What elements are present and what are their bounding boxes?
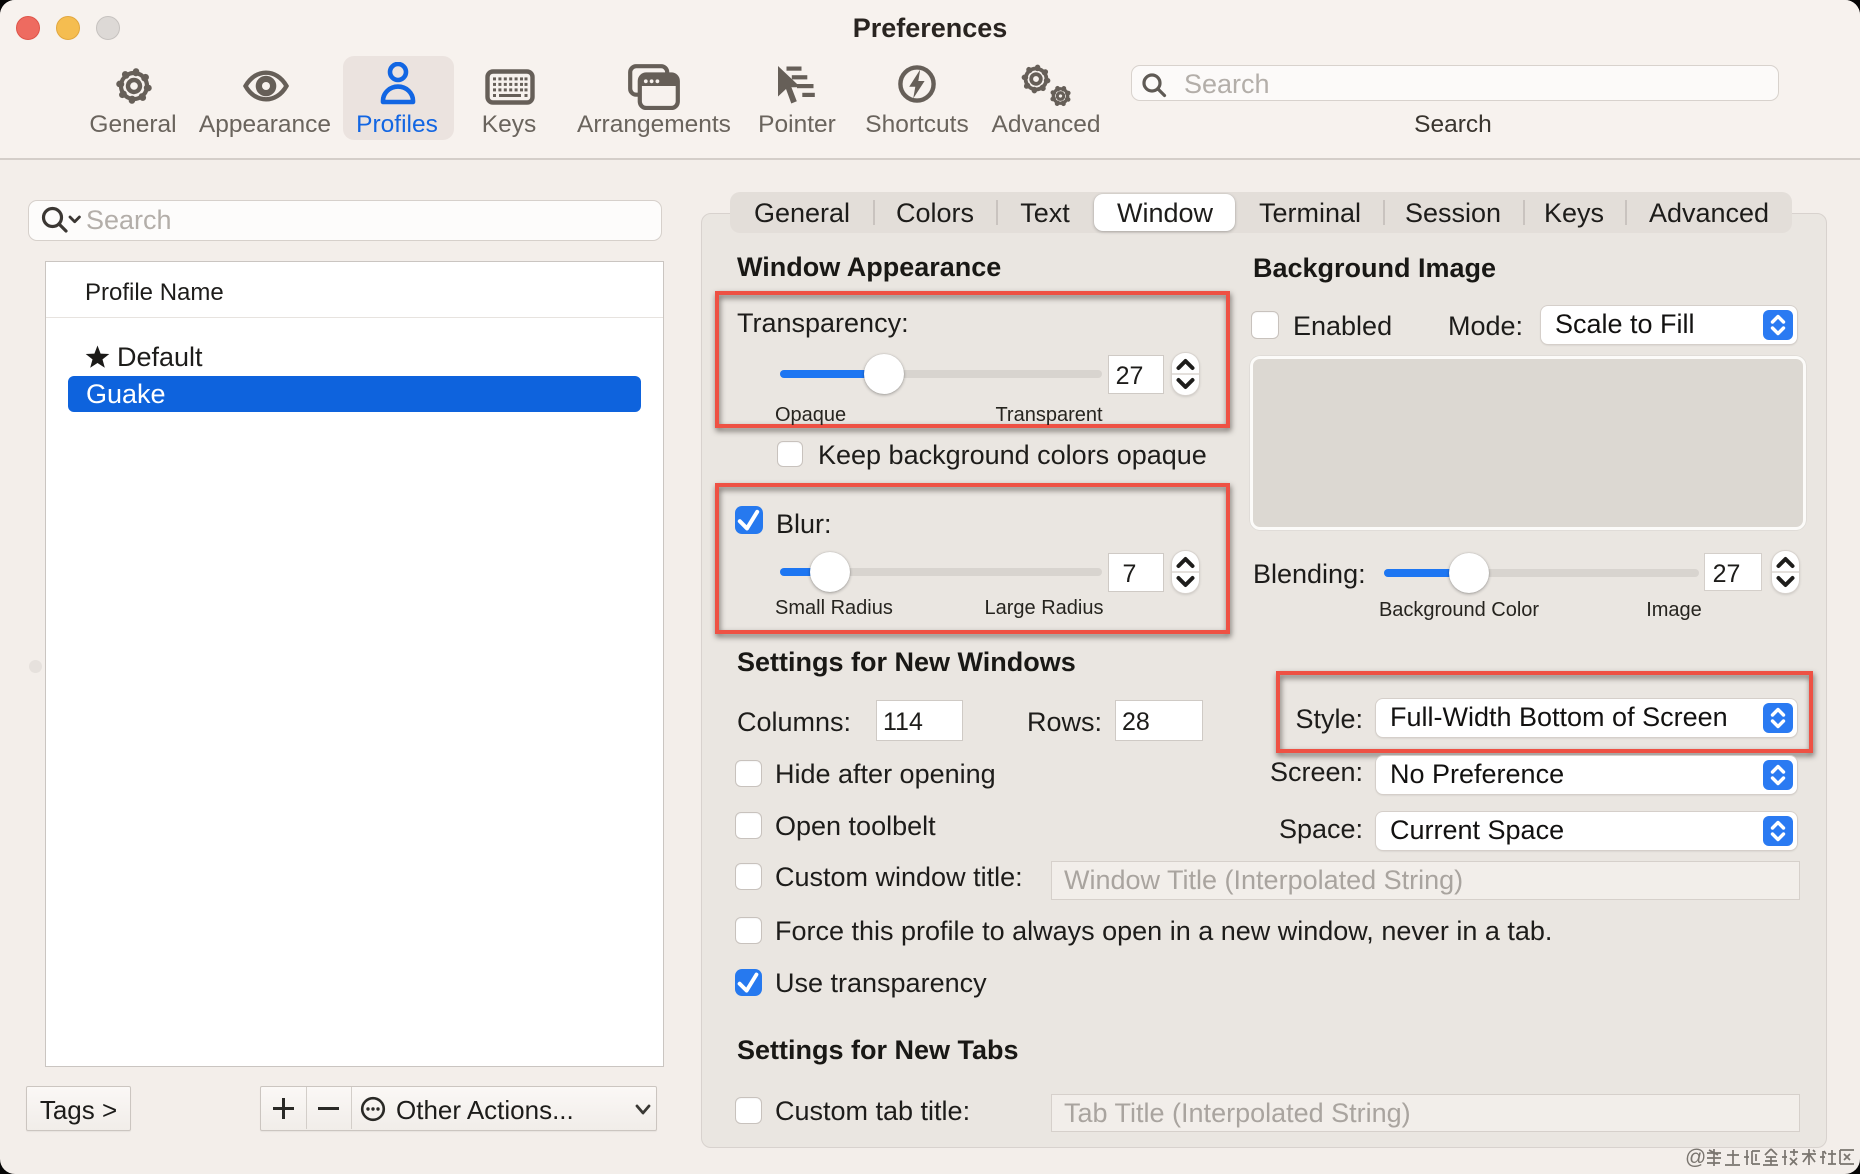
svg-text:@: @ [1685,1146,1706,1169]
